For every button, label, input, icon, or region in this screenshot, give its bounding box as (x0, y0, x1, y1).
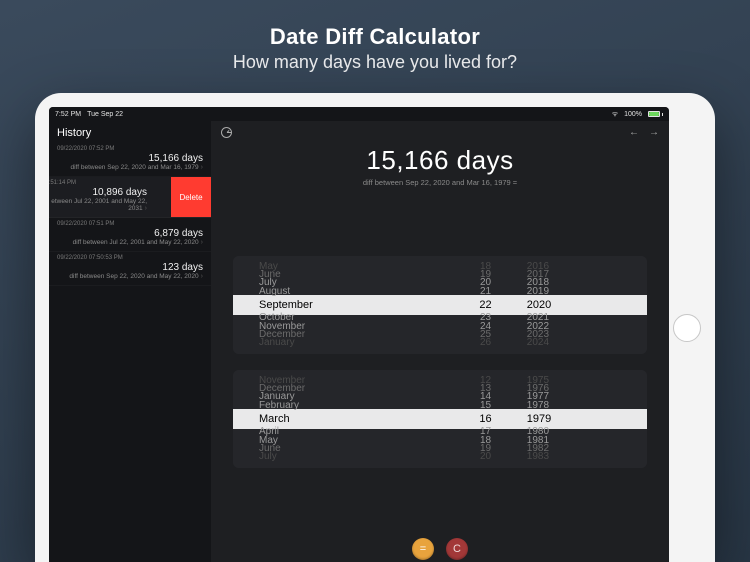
status-date: Tue Sep 22 (87, 111, 123, 118)
history-item[interactable]: 09/22/2020 07:50:53 PM 123 days diff bet… (49, 252, 211, 286)
result-value: 15,166 days (211, 145, 669, 176)
date-picker-from[interactable]: May182016June192017July202018August21201… (233, 256, 647, 354)
history-icon[interactable] (221, 127, 232, 138)
history-item[interactable]: 09/22/2020 07:52 PM 15,166 days diff bet… (49, 143, 211, 177)
history-desc: etween Jul 22, 2001 and May 22, 2031› (49, 198, 147, 212)
result-description: diff between Sep 22, 2020 and Mar 16, 19… (211, 178, 669, 187)
history-timestamp: 09/22/2020 07:51 PM (57, 221, 203, 227)
home-button[interactable] (673, 314, 701, 342)
history-timestamp: 09/22/2020 07:52 PM (57, 146, 203, 152)
history-desc: diff between Sep 22, 2020 and May 22, 20… (57, 273, 203, 280)
history-item-swiped[interactable]: 1 07:51:14 PM 10,896 days etween Jul 22,… (49, 177, 211, 218)
nav-forward[interactable]: → (649, 127, 659, 138)
hero-title: Date Diff Calculator (233, 24, 517, 50)
history-days: 6,879 days (57, 228, 203, 239)
history-item[interactable]: 09/22/2020 07:51 PM 6,879 days diff betw… (49, 218, 211, 252)
hero-subtitle: How many days have you lived for? (233, 52, 517, 73)
ipad-frame: 7:52 PM Tue Sep 22 ᯤ 100% History 09/22/… (35, 93, 715, 562)
wifi-icon: ᯤ (612, 110, 618, 119)
date-picker-to[interactable]: November121975December131976January14197… (233, 370, 647, 468)
status-time: 7:52 PM (55, 111, 81, 118)
equals-button[interactable]: = (412, 538, 434, 560)
nav-back[interactable]: ← (629, 127, 639, 138)
history-desc: diff between Jul 22, 2001 and May 22, 20… (57, 239, 203, 246)
hero: Date Diff Calculator How many days have … (233, 24, 517, 73)
history-days: 15,166 days (57, 153, 203, 164)
battery-pct: 100% (624, 111, 642, 118)
history-days: 123 days (57, 262, 203, 273)
history-desc: diff between Sep 22, 2020 and Mar 16, 19… (57, 164, 203, 171)
clear-button[interactable]: C (446, 538, 468, 560)
history-timestamp: 1 07:51:14 PM (49, 180, 147, 186)
main-panel: ← → 15,166 days diff between Sep 22, 202… (211, 121, 669, 562)
delete-button[interactable]: Delete (171, 177, 211, 217)
result-display: 15,166 days diff between Sep 22, 2020 an… (211, 145, 669, 187)
history-timestamp: 09/22/2020 07:50:53 PM (57, 255, 203, 261)
sidebar-title: History (49, 121, 211, 143)
status-bar: 7:52 PM Tue Sep 22 ᯤ 100% (49, 107, 669, 121)
screen: 7:52 PM Tue Sep 22 ᯤ 100% History 09/22/… (49, 107, 669, 562)
history-sidebar: History 09/22/2020 07:52 PM 15,166 days … (49, 121, 211, 562)
battery-icon (648, 111, 663, 117)
history-days: 10,896 days (49, 187, 147, 198)
